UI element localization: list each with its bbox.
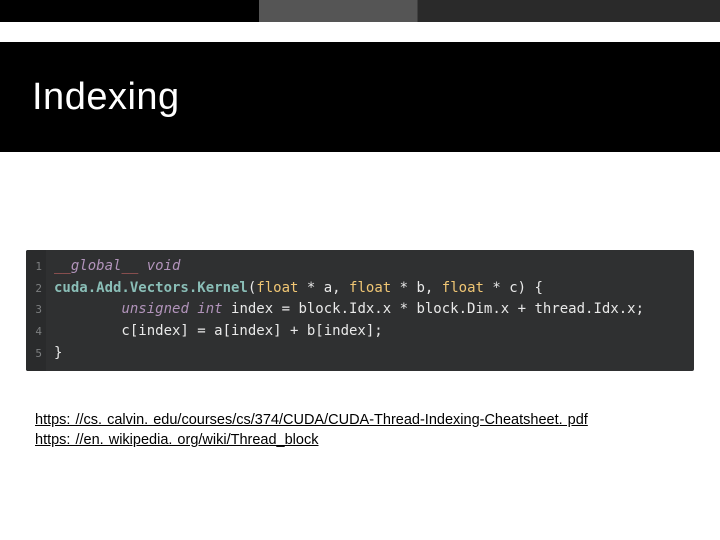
- slide-title: Indexing: [32, 76, 180, 119]
- link-row: https: //en. wikipedia. org/wiki/Thread_…: [35, 430, 588, 450]
- code-block: 1 2 3 4 5 __global__ void cuda.Add.Vecto…: [26, 250, 694, 371]
- code-text: index = block.Idx.x * block.Dim.x + thre…: [223, 301, 644, 317]
- link-cheatsheet[interactable]: https: //cs. calvin. edu/courses/cs/374/…: [35, 412, 588, 428]
- code-type: float: [442, 280, 484, 296]
- title-bar: Indexing: [0, 42, 720, 152]
- gutter-line: 5: [28, 343, 42, 365]
- code-keyword: void: [147, 258, 181, 274]
- slide: Indexing 1 2 3 4 5 __global__ void cuda.…: [0, 0, 720, 540]
- code-keyword: global: [71, 258, 122, 274]
- code-text: * a,: [298, 280, 349, 296]
- code-content: __global__ void cuda.Add.Vectors.Kernel(…: [46, 250, 694, 371]
- code-text: * b,: [391, 280, 442, 296]
- gutter-line: 1: [28, 256, 42, 278]
- code-text: c[index] = a[index] + b[index];: [54, 323, 383, 339]
- code-text: }: [54, 345, 62, 361]
- link-wikipedia[interactable]: https: //en. wikipedia. org/wiki/Thread_…: [35, 432, 318, 448]
- gutter-line: 4: [28, 321, 42, 343]
- gutter-line: 3: [28, 299, 42, 321]
- code-type: float: [349, 280, 391, 296]
- gutter-line: 2: [28, 278, 42, 300]
- code-type: unsigned int: [121, 301, 222, 317]
- code-gutter: 1 2 3 4 5: [26, 250, 46, 371]
- link-row: https: //cs. calvin. edu/courses/cs/374/…: [35, 410, 588, 430]
- top-stripe: [0, 0, 720, 22]
- code-fn: cuda.Add.Vectors.Kernel: [54, 280, 248, 296]
- links-area: https: //cs. calvin. edu/courses/cs/374/…: [35, 410, 588, 451]
- code-text: * c) {: [484, 280, 543, 296]
- code-type: float: [256, 280, 298, 296]
